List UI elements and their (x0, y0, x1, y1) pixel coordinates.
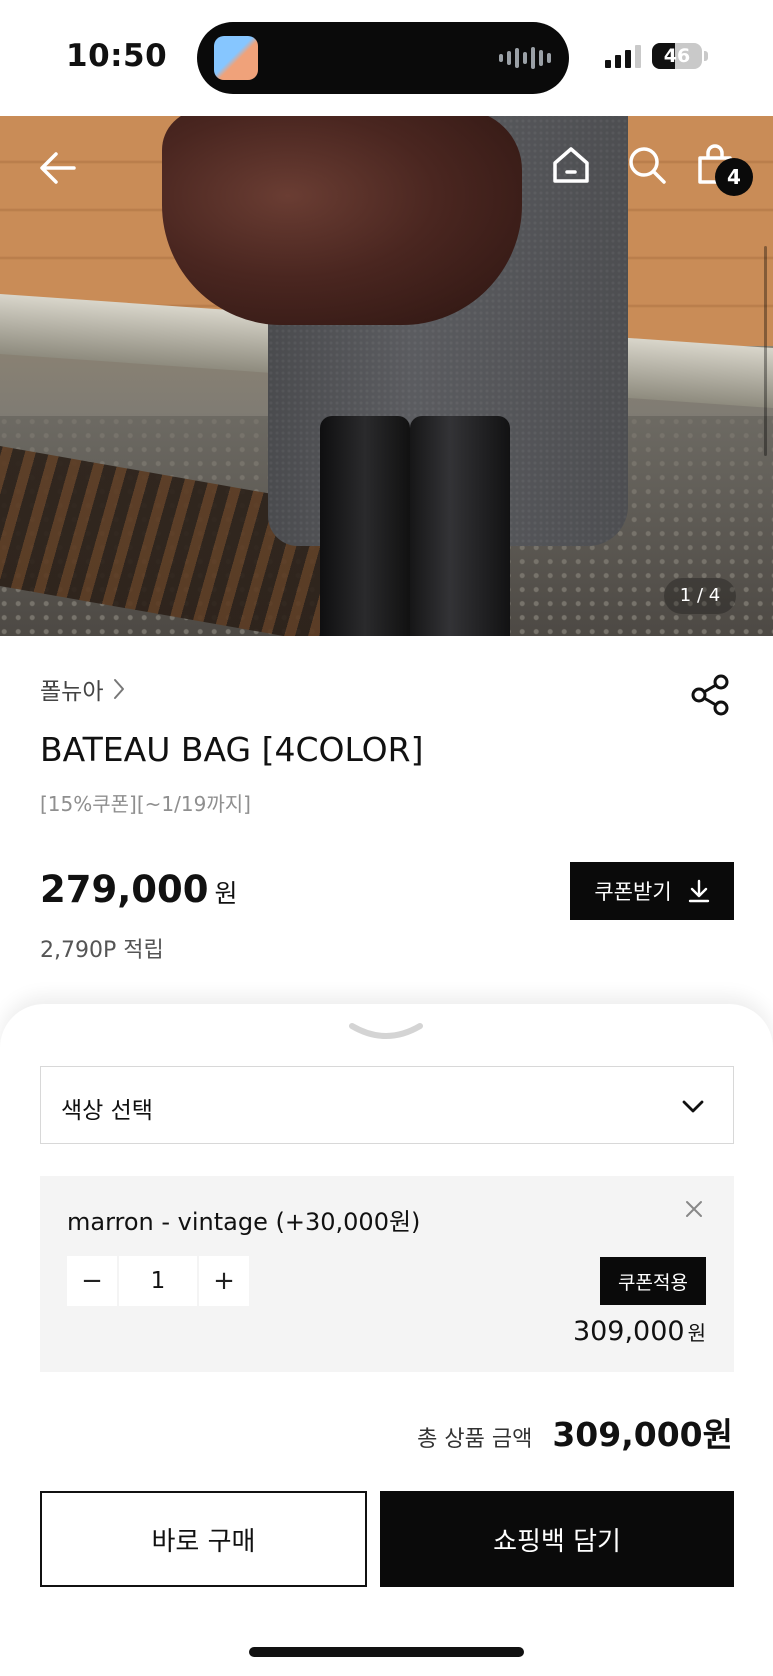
product-promo-text: [15%쿠폰][~1/19까지] (40, 792, 251, 816)
cart-count-badge[interactable]: 4 (715, 158, 753, 196)
search-icon[interactable] (626, 144, 668, 186)
add-to-cart-button[interactable]: 쇼핑백 담기 (380, 1491, 734, 1587)
brand-link[interactable]: 폴뉴아 (40, 672, 125, 706)
download-coupon-button[interactable]: 쿠폰받기 (570, 862, 734, 920)
product-detail-screen: 10:50 46 1 / 4 4 폴뉴아 BATEAU BAG [4COLOR]… (0, 0, 773, 1676)
audio-wave-icon (499, 46, 551, 70)
download-icon (688, 879, 709, 903)
product-image-carousel[interactable]: 1 / 4 (0, 116, 773, 636)
download-coupon-label: 쿠폰받기 (594, 880, 672, 904)
total-price-label: 총 상품 금액 (417, 1427, 533, 1452)
selected-option-price: 309,000 원 (573, 1316, 706, 1347)
selected-option-card: marron - vintage (+30,000원) − 1 + 쿠폰적용 3… (40, 1176, 734, 1372)
selected-option-price-unit: 원 (687, 1321, 706, 1345)
quantity-increase-button[interactable]: + (199, 1256, 249, 1306)
apply-coupon-button[interactable]: 쿠폰적용 (600, 1257, 706, 1305)
color-option-label: 색상 선택 (61, 1098, 153, 1124)
hero-boot-left (320, 416, 410, 636)
image-scroll-indicator (764, 246, 767, 456)
color-option-select[interactable]: 색상 선택 (40, 1066, 734, 1144)
status-time: 10:50 (66, 38, 168, 74)
sheet-collapse-handle-icon[interactable] (348, 1020, 424, 1042)
cellular-signal-icon (605, 44, 641, 68)
battery-level: 46 (663, 45, 691, 67)
home-indicator[interactable] (249, 1647, 524, 1657)
product-title: BATEAU BAG [4COLOR] (40, 730, 424, 769)
chevron-down-icon (682, 1100, 704, 1113)
total-price-value: 309,000원 (552, 1415, 733, 1454)
price-value: 279,000 (40, 868, 209, 911)
quantity-decrease-button[interactable]: − (67, 1256, 117, 1306)
quantity-value[interactable]: 1 (119, 1256, 197, 1306)
brand-name: 폴뉴아 (40, 679, 104, 705)
share-icon[interactable] (688, 672, 734, 718)
close-icon[interactable] (681, 1196, 707, 1222)
buy-now-button[interactable]: 바로 구매 (40, 1491, 367, 1587)
chevron-right-icon (114, 679, 125, 699)
price-unit: 원 (214, 879, 238, 908)
status-bar: 10:50 46 (0, 0, 773, 116)
selected-option-price-value: 309,000 (572, 1316, 685, 1347)
product-price: 279,000 원 (40, 868, 238, 911)
battery-tip (704, 51, 708, 61)
reward-points: 2,790P 적립 (40, 938, 164, 963)
hero-boot-right (410, 416, 510, 636)
total-price-row: 총 상품 금액 309,000원 (417, 1408, 733, 1456)
dynamic-island (197, 22, 569, 94)
now-playing-app-icon (214, 36, 258, 80)
hero-bag (162, 116, 522, 325)
arrow-left-icon[interactable] (38, 148, 78, 188)
home-icon[interactable] (550, 144, 592, 186)
battery-icon: 46 (652, 43, 702, 69)
selected-option-name: marron - vintage (+30,000원) (67, 1208, 421, 1236)
image-counter: 1 / 4 (664, 578, 736, 614)
